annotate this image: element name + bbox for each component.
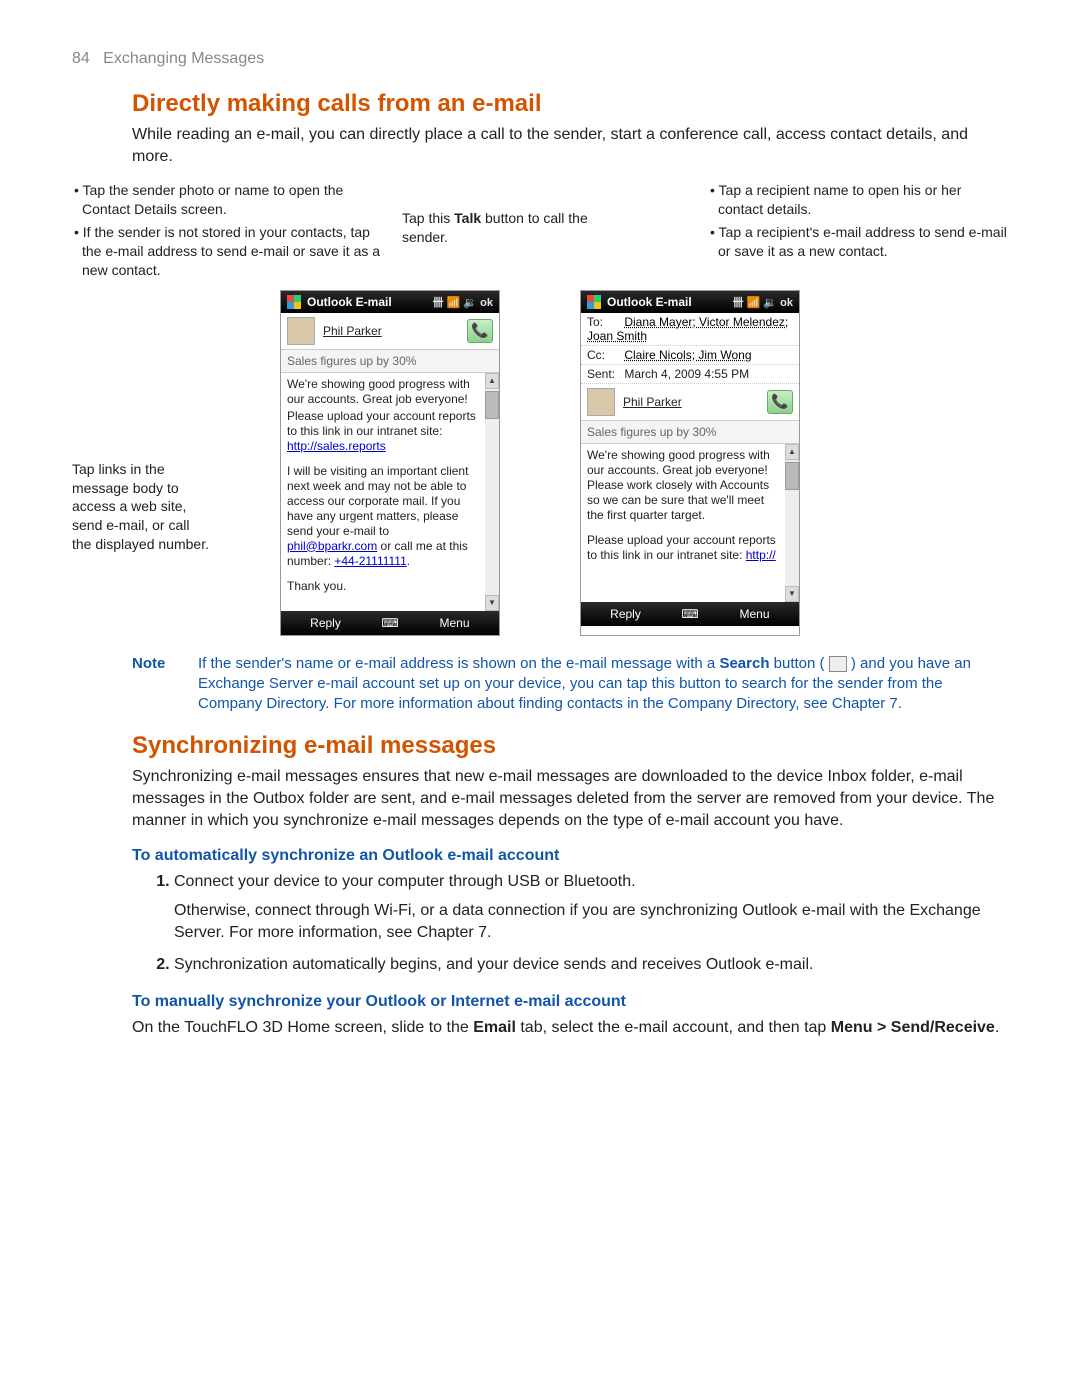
windows-flag-icon xyxy=(587,295,601,309)
phone-app-title: Outlook E-mail xyxy=(607,295,692,309)
softkey-menu[interactable]: Menu xyxy=(410,611,499,635)
sender-name[interactable]: Phil Parker xyxy=(623,395,759,409)
callout-left-1: Tap the sender photo or name to open the… xyxy=(72,181,382,219)
softkey-bar: Reply ⌨ Menu xyxy=(581,602,799,626)
softkey-reply[interactable]: Reply xyxy=(281,611,370,635)
talk-button[interactable]: 📞 xyxy=(467,319,493,343)
scroll-down-icon[interactable]: ▼ xyxy=(485,595,499,611)
steps-auto-sync: Connect your device to your computer thr… xyxy=(132,871,1008,977)
talk-button[interactable]: 📞 xyxy=(767,390,793,414)
phone-number-link[interactable]: +44-21111111 xyxy=(334,554,406,568)
status-icons: 卌 📶 🔉 ok xyxy=(433,294,493,310)
scroll-up-icon[interactable]: ▲ xyxy=(785,444,799,460)
email-body[interactable]: We're showing good progress with our acc… xyxy=(581,444,799,602)
section-intro-sync: Synchronizing e-mail messages ensures th… xyxy=(132,766,1008,831)
section-heading-sync: Synchronizing e-mail messages xyxy=(132,732,1008,760)
callout-left-2: If the sender is not stored in your cont… xyxy=(72,223,382,280)
note-block: Note If the sender's name or e-mail addr… xyxy=(132,654,1008,715)
callouts-row: Tap the sender photo or name to open the… xyxy=(72,181,1008,283)
intranet-link[interactable]: http://sales.reports xyxy=(287,439,386,453)
scroll-thumb[interactable] xyxy=(485,391,499,419)
subheading-manual-sync: To manually synchronize your Outlook or … xyxy=(132,993,1008,1011)
scrollbar[interactable]: ▲ ▼ xyxy=(485,373,499,611)
sender-row[interactable]: Phil Parker 📞 xyxy=(281,313,499,350)
page-header: 84 Exchanging Messages xyxy=(72,50,1008,68)
phone-app-title: Outlook E-mail xyxy=(307,295,392,309)
to-row: To: Diana Mayer; Victor Melendez; Joan S… xyxy=(581,313,799,346)
chapter-title: Exchanging Messages xyxy=(103,50,264,67)
search-icon xyxy=(829,656,847,672)
intranet-link[interactable]: http:// xyxy=(746,548,776,562)
scroll-up-icon[interactable]: ▲ xyxy=(485,373,499,389)
note-label: Note xyxy=(132,654,184,715)
cc-recipients[interactable]: Claire Nicols; Jim Wong xyxy=(624,348,751,362)
windows-flag-icon xyxy=(287,295,301,309)
email-link[interactable]: phil@bparkr.com xyxy=(287,539,377,553)
softkey-keyboard-icon[interactable]: ⌨ xyxy=(670,602,710,626)
phone-titlebar: Outlook E-mail 卌 📶 🔉 ok xyxy=(581,291,799,313)
phone-screenshot-left: Outlook E-mail 卌 📶 🔉 ok Phil Parker 📞 Sa… xyxy=(280,290,500,636)
status-icons: 卌 📶 🔉 ok xyxy=(733,294,793,310)
subject-row: Sales figures up by 30% xyxy=(581,421,799,444)
step-1: Connect your device to your computer thr… xyxy=(174,871,1008,944)
phone-titlebar: Outlook E-mail 卌 📶 🔉 ok xyxy=(281,291,499,313)
manual-sync-text: On the TouchFLO 3D Home screen, slide to… xyxy=(132,1017,1008,1039)
sent-value: March 4, 2009 4:55 PM xyxy=(624,367,749,381)
section-heading-calls: Directly making calls from an e-mail xyxy=(132,90,1008,118)
step-2: Synchronization automatically begins, an… xyxy=(174,954,1008,976)
softkey-bar: Reply ⌨ Menu xyxy=(281,611,499,635)
subject-row: Sales figures up by 30% xyxy=(281,350,499,373)
scroll-down-icon[interactable]: ▼ xyxy=(785,586,799,602)
sender-name[interactable]: Phil Parker xyxy=(323,324,459,338)
softkey-reply[interactable]: Reply xyxy=(581,602,670,626)
callout-right-1: Tap a recipient name to open his or her … xyxy=(708,181,1008,219)
callout-side-links: Tap links in the message body to access … xyxy=(72,460,212,554)
callout-mid: Tap this Talk button to call the sender. xyxy=(402,181,592,283)
scroll-thumb[interactable] xyxy=(785,462,799,490)
sender-row[interactable]: Phil Parker 📞 xyxy=(581,384,799,421)
subheading-auto-sync: To automatically synchronize an Outlook … xyxy=(132,847,1008,865)
softkey-keyboard-icon[interactable]: ⌨ xyxy=(370,611,410,635)
avatar[interactable] xyxy=(587,388,615,416)
email-body[interactable]: We're showing good progress with our acc… xyxy=(281,373,499,611)
softkey-menu[interactable]: Menu xyxy=(710,602,799,626)
page-number: 84 xyxy=(72,50,90,67)
callout-right-2: Tap a recipient's e-mail address to send… xyxy=(708,223,1008,261)
phone-screenshot-right: Outlook E-mail 卌 📶 🔉 ok To: Diana Mayer;… xyxy=(580,290,800,636)
cc-row: Cc: Claire Nicols; Jim Wong xyxy=(581,346,799,365)
section-intro-calls: While reading an e-mail, you can directl… xyxy=(132,124,1008,167)
avatar[interactable] xyxy=(287,317,315,345)
sent-row: Sent: March 4, 2009 4:55 PM xyxy=(581,365,799,384)
phone-screenshots-row: Tap links in the message body to access … xyxy=(72,290,1008,636)
scrollbar[interactable]: ▲ ▼ xyxy=(785,444,799,602)
